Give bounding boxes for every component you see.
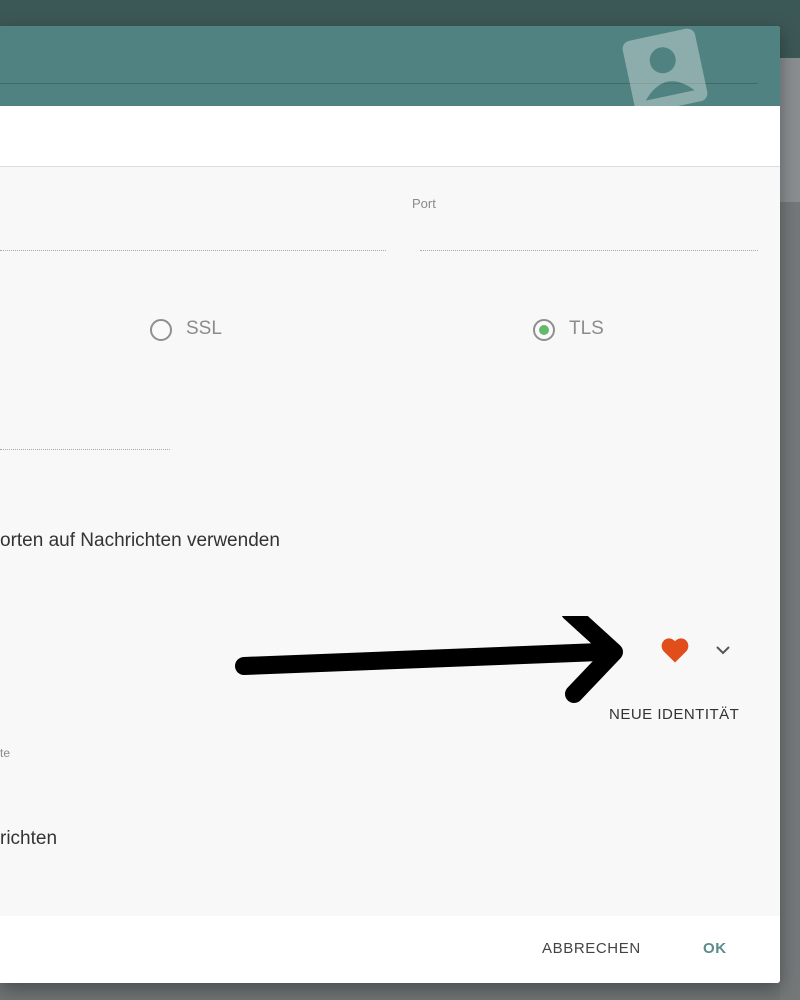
port-label: Port: [412, 196, 436, 211]
account-settings-dialog: Port SSL TLS orten auf Nachrichten verwe…: [0, 26, 780, 983]
dialog-subheader: [0, 106, 780, 167]
new-identity-button[interactable]: NEUE IDENTITÄT: [609, 706, 739, 723]
dialog-header: [0, 26, 780, 114]
cancel-button[interactable]: ABBRECHEN: [542, 940, 641, 957]
ok-button[interactable]: OK: [703, 940, 727, 957]
dialog-footer: ABBRECHEN OK: [0, 916, 780, 983]
text-field[interactable]: [0, 449, 170, 450]
app-background-strip-light: [780, 58, 800, 202]
port-field[interactable]: [420, 250, 758, 251]
small-caption: te: [0, 746, 11, 760]
arrow-icon: [235, 616, 623, 703]
messages-option-text: richten: [0, 828, 58, 849]
reply-option-text: orten auf Nachrichten verwenden: [0, 530, 280, 551]
server-field[interactable]: [0, 250, 386, 251]
tls-label: TLS: [569, 318, 604, 339]
ssl-radio[interactable]: [150, 319, 172, 341]
chevron-down-icon[interactable]: [715, 644, 731, 656]
ssl-label: SSL: [186, 318, 222, 339]
heart-icon[interactable]: [660, 636, 690, 664]
tls-radio[interactable]: [533, 319, 555, 341]
tls-radio-selected-dot: [539, 325, 549, 335]
